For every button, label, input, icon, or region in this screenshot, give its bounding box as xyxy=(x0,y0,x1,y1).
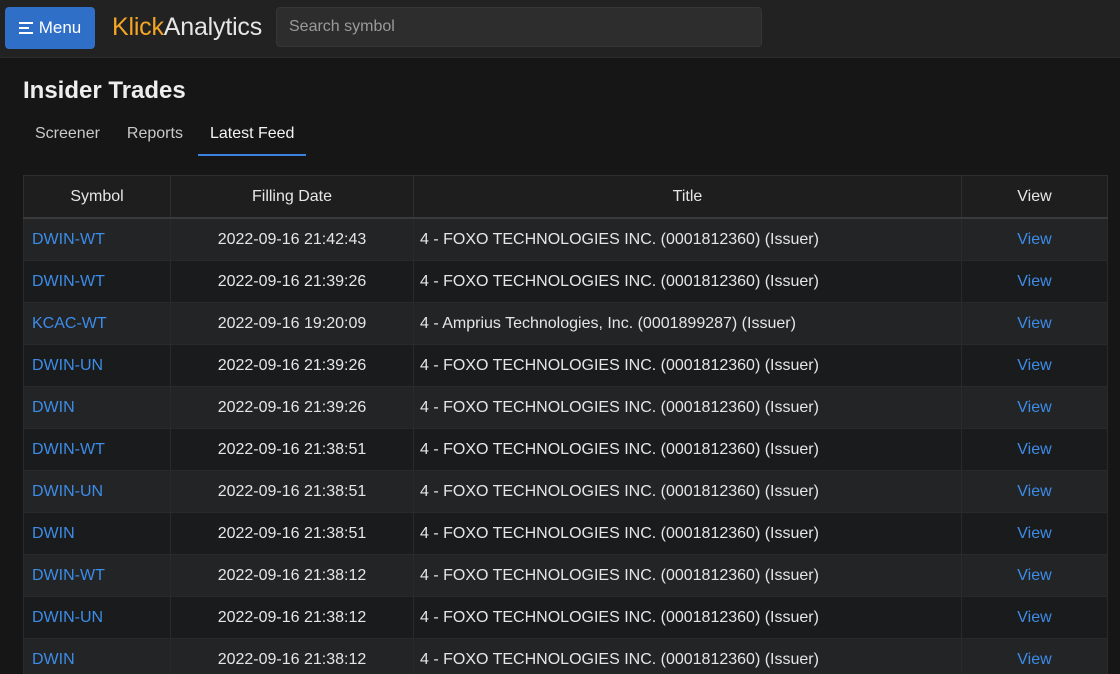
table-row: DWIN-UN 2022-09-16 21:38:12 4 - FOXO TECHN… xyxy=(23,596,1108,639)
symbol-cell: DWIN-UN xyxy=(23,470,171,513)
table-row: DWIN 2022-09-16 21:38:51 4 - FOXO TECHNOLO… xyxy=(23,512,1108,555)
view-cell: View xyxy=(961,218,1108,261)
filing-title-cell: 4 - FOXO TECHNOLOGIES INC. (0001812360) … xyxy=(413,344,962,387)
brand-logo[interactable]: KlickAnalytics xyxy=(112,12,262,42)
symbol-link[interactable]: DWIN-UN xyxy=(32,609,103,626)
table-row: DWIN-WT 2022-09-16 21:38:51 4 - FOXO TECHN… xyxy=(23,428,1108,471)
table-row: DWIN-UN 2022-09-16 21:38:51 4 - FOXO TECHN… xyxy=(23,470,1108,513)
filling-date-cell: 2022-09-16 21:38:51 xyxy=(170,428,414,471)
symbol-link[interactable]: DWIN-WT xyxy=(32,231,105,248)
view-cell: View xyxy=(961,260,1108,303)
symbol-link[interactable]: DWIN-UN xyxy=(32,483,103,500)
symbol-cell: DWIN-WT xyxy=(23,218,171,261)
insider-trades-tabs: Screener Reports Latest Feed xyxy=(23,115,309,157)
view-cell: View xyxy=(961,638,1108,674)
filling-date-cell: 2022-09-16 21:39:26 xyxy=(170,386,414,429)
symbol-link[interactable]: DWIN-WT xyxy=(32,441,105,458)
filling-date-cell: 2022-09-16 21:38:12 xyxy=(170,638,414,674)
column-header-view: View xyxy=(961,175,1108,219)
table-row: DWIN-WT 2022-09-16 21:42:43 4 - FOXO TECHN… xyxy=(23,218,1108,261)
filing-title-cell: 4 - FOXO TECHNOLOGIES INC. (0001812360) … xyxy=(413,470,962,513)
filing-title-cell: 4 - FOXO TECHNOLOGIES INC. (0001812360) … xyxy=(413,554,962,597)
symbol-cell: DWIN-UN xyxy=(23,344,171,387)
symbol-cell: DWIN-WT xyxy=(23,260,171,303)
view-cell: View xyxy=(961,386,1108,429)
tab-reports[interactable]: Reports xyxy=(115,115,195,155)
view-cell: View xyxy=(961,596,1108,639)
view-cell: View xyxy=(961,302,1108,345)
column-header-symbol[interactable]: Symbol xyxy=(23,175,171,219)
view-cell: View xyxy=(961,470,1108,513)
view-link[interactable]: View xyxy=(1017,567,1051,584)
insider-trades-table-container[interactable]: Symbol Filling Date Title View DWIN-WT 20… xyxy=(23,175,1120,674)
tab-screener[interactable]: Screener xyxy=(23,115,112,155)
symbol-link[interactable]: DWIN-WT xyxy=(32,567,105,584)
filling-date-cell: 2022-09-16 19:20:09 xyxy=(170,302,414,345)
filling-date-cell: 2022-09-16 21:38:12 xyxy=(170,554,414,597)
table-row: KCAC-WT 2022-09-16 19:20:09 4 - Amprius Te… xyxy=(23,302,1108,345)
symbol-cell: DWIN-WT xyxy=(23,554,171,597)
symbol-cell: DWIN xyxy=(23,638,171,674)
view-cell: View xyxy=(961,344,1108,387)
column-header-title[interactable]: Title xyxy=(413,175,962,219)
insider-trades-table: Symbol Filling Date Title View DWIN-WT 20… xyxy=(23,175,1108,674)
symbol-cell: DWIN-UN xyxy=(23,596,171,639)
table-row: DWIN-WT 2022-09-16 21:39:26 4 - FOXO TECHN… xyxy=(23,260,1108,303)
menu-button[interactable]: Menu xyxy=(5,7,95,49)
filing-title-cell: 4 - FOXO TECHNOLOGIES INC. (0001812360) … xyxy=(413,596,962,639)
filing-title-cell: 4 - FOXO TECHNOLOGIES INC. (0001812360) … xyxy=(413,428,962,471)
view-link[interactable]: View xyxy=(1017,483,1051,500)
table-row: DWIN-UN 2022-09-16 21:39:26 4 - FOXO TECHN… xyxy=(23,344,1108,387)
view-link[interactable]: View xyxy=(1017,651,1051,668)
filling-date-cell: 2022-09-16 21:38:51 xyxy=(170,470,414,513)
view-link[interactable]: View xyxy=(1017,609,1051,626)
filling-date-cell: 2022-09-16 21:38:51 xyxy=(170,512,414,555)
top-navbar: Menu KlickAnalytics xyxy=(0,0,1120,58)
filing-title-cell: 4 - FOXO TECHNOLOGIES INC. (0001812360) … xyxy=(413,260,962,303)
hamburger-menu-icon xyxy=(18,22,33,34)
view-link[interactable]: View xyxy=(1017,231,1051,248)
symbol-cell: DWIN xyxy=(23,386,171,429)
filing-title-cell: 4 - FOXO TECHNOLOGIES INC. (0001812360) … xyxy=(413,218,962,261)
view-link[interactable]: View xyxy=(1017,525,1051,542)
table-header-row: Symbol Filling Date Title View xyxy=(23,175,1108,219)
table-row: DWIN 2022-09-16 21:39:26 4 - FOXO TECHNOLO… xyxy=(23,386,1108,429)
filling-date-cell: 2022-09-16 21:39:26 xyxy=(170,260,414,303)
view-link[interactable]: View xyxy=(1017,273,1051,290)
symbol-cell: DWIN-WT xyxy=(23,428,171,471)
view-link[interactable]: View xyxy=(1017,441,1051,458)
symbol-cell: KCAC-WT xyxy=(23,302,171,345)
tab-latest-feed[interactable]: Latest Feed xyxy=(197,115,307,156)
filing-title-cell: 4 - FOXO TECHNOLOGIES INC. (0001812360) … xyxy=(413,638,962,674)
symbol-link[interactable]: DWIN xyxy=(32,651,75,668)
symbol-link[interactable]: DWIN-UN xyxy=(32,357,103,374)
filing-title-cell: 4 - FOXO TECHNOLOGIES INC. (0001812360) … xyxy=(413,512,962,555)
filling-date-cell: 2022-09-16 21:38:12 xyxy=(170,596,414,639)
symbol-link[interactable]: DWIN-WT xyxy=(32,273,105,290)
view-cell: View xyxy=(961,512,1108,555)
table-row: DWIN-WT 2022-09-16 21:38:12 4 - FOXO TECHN… xyxy=(23,554,1108,597)
brand-logo-part1: Klick xyxy=(112,13,164,41)
filling-date-cell: 2022-09-16 21:39:26 xyxy=(170,344,414,387)
view-link[interactable]: View xyxy=(1017,399,1051,416)
symbol-link[interactable]: DWIN xyxy=(32,525,75,542)
menu-button-label: Menu xyxy=(38,18,82,37)
filing-title-cell: 4 - Amprius Technologies, Inc. (00018992… xyxy=(413,302,962,345)
symbol-link[interactable]: KCAC-WT xyxy=(32,315,107,332)
view-cell: View xyxy=(961,554,1108,597)
filling-date-cell: 2022-09-16 21:42:43 xyxy=(170,218,414,261)
view-cell: View xyxy=(961,428,1108,471)
filing-title-cell: 4 - FOXO TECHNOLOGIES INC. (0001812360) … xyxy=(413,386,962,429)
search-symbol-input[interactable] xyxy=(276,7,762,47)
view-link[interactable]: View xyxy=(1017,357,1051,374)
view-link[interactable]: View xyxy=(1017,315,1051,332)
table-body: DWIN-WT 2022-09-16 21:42:43 4 - FOXO TECHN… xyxy=(23,218,1108,674)
symbol-link[interactable]: DWIN xyxy=(32,399,75,416)
page-title: Insider Trades xyxy=(23,77,186,104)
table-row: DWIN 2022-09-16 21:38:12 4 - FOXO TECHNOLO… xyxy=(23,638,1108,674)
column-header-filling-date[interactable]: Filling Date xyxy=(170,175,414,219)
brand-logo-part2: Analytics xyxy=(163,13,263,41)
symbol-cell: DWIN xyxy=(23,512,171,555)
